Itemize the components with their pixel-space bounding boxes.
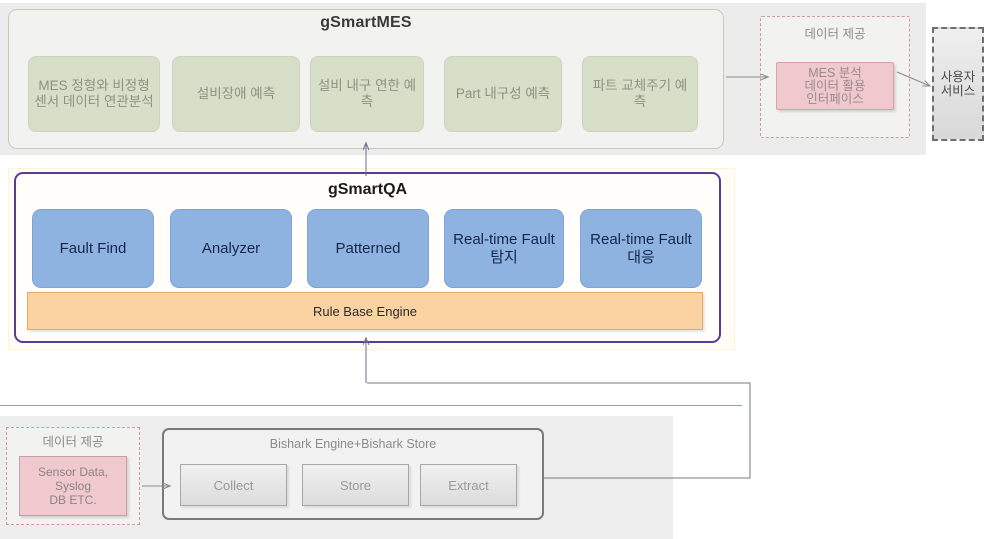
data-provision-label-bottom: 데이터 제공 — [42, 435, 104, 449]
gsmartqa-title: gSmartQA — [327, 181, 408, 198]
mes-capability-box[interactable]: 파트 교체주기 예측 — [582, 56, 698, 132]
section-divider-line — [0, 405, 742, 406]
mes-capability-box[interactable]: 설비 내구 연한 예측 — [310, 56, 424, 132]
mes-capability-box[interactable]: Part 내구성 예측 — [444, 56, 562, 132]
bishark-engine-title: Bishark Engine+Bishark Store — [269, 437, 437, 451]
mes-capability-box[interactable]: MES 정형와 비정형 센서 데이터 연관분석 — [28, 56, 160, 132]
interface-line-2: 데이터 활용 — [804, 78, 866, 93]
data-source-box[interactable]: Sensor Data, Syslog DB ETC. — [19, 456, 127, 516]
qa-module-box[interactable]: Analyzer — [170, 209, 292, 288]
gsmartmes-title: gSmartMES — [320, 14, 412, 31]
user-service-line-1: 사용자 — [940, 70, 976, 84]
user-service-box[interactable]: 사용자 서비스 — [932, 27, 984, 141]
qa-module-box[interactable]: Patterned — [307, 209, 429, 288]
mes-capability-box[interactable]: 설비장애 예측 — [172, 56, 300, 132]
rule-base-engine-bar[interactable]: Rule Base Engine — [27, 292, 703, 330]
interface-line-3: 인터페이스 — [806, 91, 864, 106]
bishark-stage-box[interactable]: Extract — [420, 464, 517, 506]
architecture-diagram: gSmartMES MES 정형와 비정형 센서 데이터 연관분석 설비장애 예… — [0, 0, 992, 539]
qa-module-box[interactable]: Real-time Fault 탐지 — [444, 209, 564, 288]
bishark-stage-box[interactable]: Store — [302, 464, 409, 506]
qa-module-box[interactable]: Fault Find — [32, 209, 154, 288]
data-provision-label-top: 데이터 제공 — [804, 26, 866, 41]
data-source-line-3: DB ETC. — [49, 493, 97, 507]
bishark-stage-box[interactable]: Collect — [180, 464, 287, 506]
data-source-line-2: Syslog — [54, 479, 92, 493]
interface-line-1: MES 분석 — [808, 65, 862, 80]
user-service-line-2: 서비스 — [940, 84, 976, 98]
qa-module-box[interactable]: Real-time Fault 대응 — [580, 209, 702, 288]
data-source-line-1: Sensor Data, — [37, 465, 109, 479]
mes-analysis-interface-box[interactable]: MES 분석 데이터 활용 인터페이스 — [776, 62, 894, 110]
